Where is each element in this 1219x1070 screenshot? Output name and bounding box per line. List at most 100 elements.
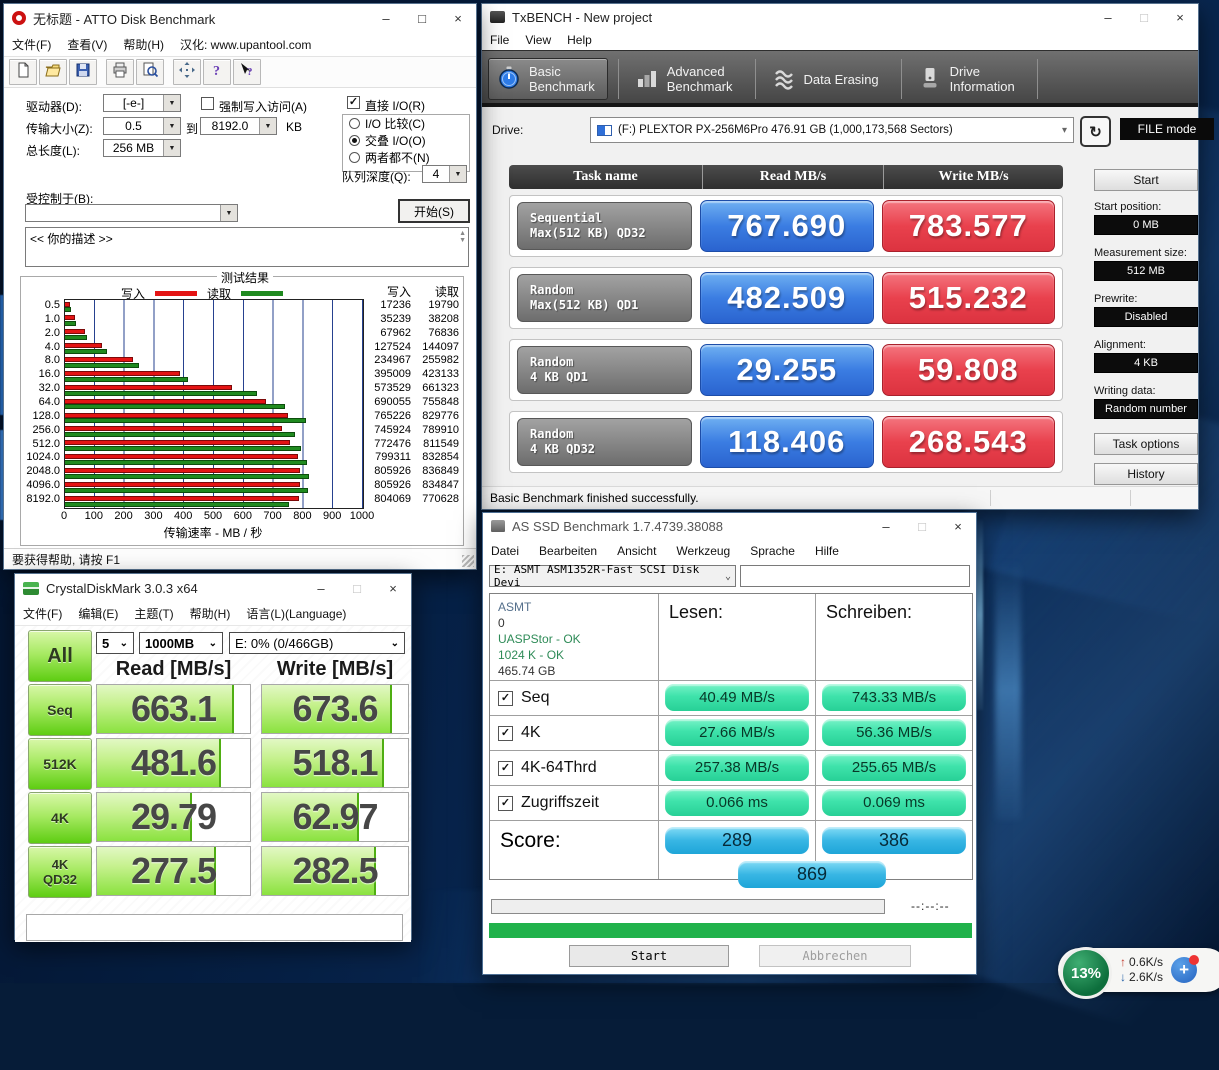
tab-basic-benchmark[interactable]: BasicBenchmark <box>488 58 608 100</box>
cdm-titlebar: CrystalDiskMark 3.0.3 x64 – □ × <box>15 574 411 602</box>
pan-button[interactable] <box>173 59 201 85</box>
sidebar-field-value[interactable]: Disabled <box>1094 307 1198 327</box>
io-mode-option[interactable]: 两者都不(N) <box>343 149 469 166</box>
task-options-button[interactable]: Task options <box>1094 433 1198 455</box>
test-size-select[interactable]: 1000MB⌄ <box>139 632 223 654</box>
checkbox-icon[interactable]: ✓ <box>498 761 513 776</box>
menu-item[interactable]: 编辑(E) <box>70 602 126 625</box>
write-value: 772476 <box>365 438 411 452</box>
file-mode-button[interactable]: FILE mode <box>1120 118 1214 140</box>
test-row-label: ✓4K <box>490 716 658 750</box>
task-name-button[interactable]: SequentialMax(512 KB) QD32 <box>517 202 692 250</box>
tab-data-erasing[interactable]: Data Erasing <box>764 58 891 100</box>
description-input[interactable]: << 你的描述 >> ▲▼ <box>25 227 469 267</box>
context-help-button[interactable]: ? <box>233 59 261 85</box>
refresh-button[interactable]: ↻ <box>1080 116 1111 147</box>
menu-item[interactable]: Werkzeug <box>668 541 738 561</box>
print-button[interactable] <box>106 59 134 85</box>
task-name-button[interactable]: Random4 KB QD32 <box>517 418 692 466</box>
direct-io-checkbox[interactable]: ✓ <box>347 96 360 109</box>
task-name-button[interactable]: RandomMax(512 KB) QD1 <box>517 274 692 322</box>
menu-item[interactable]: File <box>482 30 517 50</box>
upload-arrow-icon: ↑ <box>1120 955 1126 969</box>
menu-item[interactable]: 语言(L)(Language) <box>238 602 354 625</box>
save-button[interactable] <box>69 59 97 85</box>
maximize-icon[interactable]: □ <box>339 574 375 602</box>
target-drive-select[interactable]: E: 0% (0/466GB)⌄ <box>229 632 405 654</box>
menu-item[interactable]: Sprache <box>742 541 803 561</box>
sidebar-field-value[interactable]: 0 MB <box>1094 215 1198 235</box>
history-button[interactable]: History <box>1094 463 1198 485</box>
tab-advanced-benchmark[interactable]: AdvancedBenchmark <box>627 58 745 100</box>
write-value: 56.36 MB/s <box>822 719 966 746</box>
test-button-4k[interactable]: 4K <box>28 792 92 844</box>
menu-item[interactable]: Hilfe <box>807 541 847 561</box>
usage-percent-badge[interactable]: 13% <box>1060 947 1112 999</box>
maximize-icon[interactable]: □ <box>1126 4 1162 30</box>
transfer-to-select[interactable]: 8192.0▼ <box>200 117 277 135</box>
crystaldiskmark-window: CrystalDiskMark 3.0.3 x64 – □ × 文件(F)编辑(… <box>14 573 412 940</box>
menu-item[interactable]: 主题(T) <box>126 602 181 625</box>
test-count-select[interactable]: 5⌄ <box>96 632 134 654</box>
io-mode-group: I/O 比较(C)交叠 I/O(O)两者都不(N) <box>342 114 470 172</box>
checkbox-icon[interactable]: ✓ <box>498 726 513 741</box>
minimize-icon[interactable]: – <box>368 4 404 32</box>
comment-input[interactable] <box>26 914 403 941</box>
start-button[interactable]: Start <box>569 945 729 967</box>
io-mode-option[interactable]: 交叠 I/O(O) <box>343 132 469 149</box>
menu-item[interactable]: Ansicht <box>609 541 664 561</box>
menu-item[interactable]: View <box>517 30 559 50</box>
add-button[interactable]: + <box>1171 957 1197 983</box>
transfer-from-select[interactable]: 0.5▼ <box>103 117 181 135</box>
test-label: Seq <box>521 689 549 707</box>
controlled-by-select[interactable]: ▼ <box>25 204 238 222</box>
maximize-icon[interactable]: □ <box>404 4 440 32</box>
checkbox-icon[interactable]: ✓ <box>498 691 513 706</box>
minimize-icon[interactable]: – <box>868 513 904 539</box>
new-file-button[interactable] <box>9 59 37 85</box>
menu-item[interactable]: 文件(F) <box>15 602 70 625</box>
close-icon[interactable]: × <box>440 4 476 32</box>
menu-item[interactable]: Bearbeiten <box>531 541 605 561</box>
force-write-checkbox[interactable] <box>201 97 214 110</box>
menu-item[interactable]: 汉化: www.upantool.com <box>172 33 319 56</box>
scroll-arrows[interactable]: ▲▼ <box>459 230 466 244</box>
total-length-select[interactable]: 256 MB▼ <box>103 139 181 157</box>
io-mode-option[interactable]: I/O 比较(C) <box>343 115 469 132</box>
menu-item[interactable]: 查看(V) <box>59 33 115 56</box>
task-name-button[interactable]: Random4 KB QD1 <box>517 346 692 394</box>
print-preview-button[interactable] <box>136 59 164 85</box>
menu-item[interactable]: 帮助(H) <box>115 33 172 56</box>
menu-item[interactable]: 文件(F) <box>4 33 59 56</box>
minimize-icon[interactable]: – <box>1090 4 1126 30</box>
net-speed-widget[interactable]: 13% ↑0.6K/s ↓2.6K/s + <box>1058 948 1219 992</box>
menu-item[interactable]: 帮助(H) <box>182 602 239 625</box>
drive-select[interactable]: [-e-]▼ <box>103 94 181 112</box>
menu-item[interactable]: Help <box>559 30 600 50</box>
resize-grip[interactable] <box>462 555 474 567</box>
test-button-seq[interactable]: Seq <box>28 684 92 736</box>
cancel-button[interactable]: Abbrechen <box>759 945 911 967</box>
notification-dot <box>1189 955 1199 965</box>
open-file-button[interactable] <box>39 59 67 85</box>
queue-depth-select[interactable]: 4▼ <box>422 165 467 183</box>
sidebar-field-value[interactable]: Random number <box>1094 399 1198 419</box>
test-button-4k-qd32[interactable]: 4KQD32 <box>28 846 92 898</box>
drive-select[interactable]: (F:) PLEXTOR PX-256M6Pro 476.91 GB (1,00… <box>590 117 1074 143</box>
drive-select[interactable]: E: ASMT ASM1352R-Fast SCSI Disk Devi ⌄ <box>489 565 736 587</box>
checkbox-icon[interactable]: ✓ <box>498 796 513 811</box>
run-all-button[interactable]: All <box>28 630 92 682</box>
start-button[interactable]: Start <box>1094 169 1198 191</box>
help-button[interactable]: ? <box>203 59 231 85</box>
close-icon[interactable]: × <box>1162 4 1198 30</box>
start-button[interactable]: 开始(S) <box>399 200 469 222</box>
maximize-icon[interactable]: □ <box>904 513 940 539</box>
menu-item[interactable]: Datei <box>483 541 527 561</box>
test-button-512k[interactable]: 512K <box>28 738 92 790</box>
close-icon[interactable]: × <box>940 513 976 539</box>
sidebar-field-value[interactable]: 512 MB <box>1094 261 1198 281</box>
sidebar-field-value[interactable]: 4 KB <box>1094 353 1198 373</box>
minimize-icon[interactable]: – <box>303 574 339 602</box>
tab-drive-information[interactable]: DriveInformation <box>910 58 1027 100</box>
close-icon[interactable]: × <box>375 574 411 602</box>
